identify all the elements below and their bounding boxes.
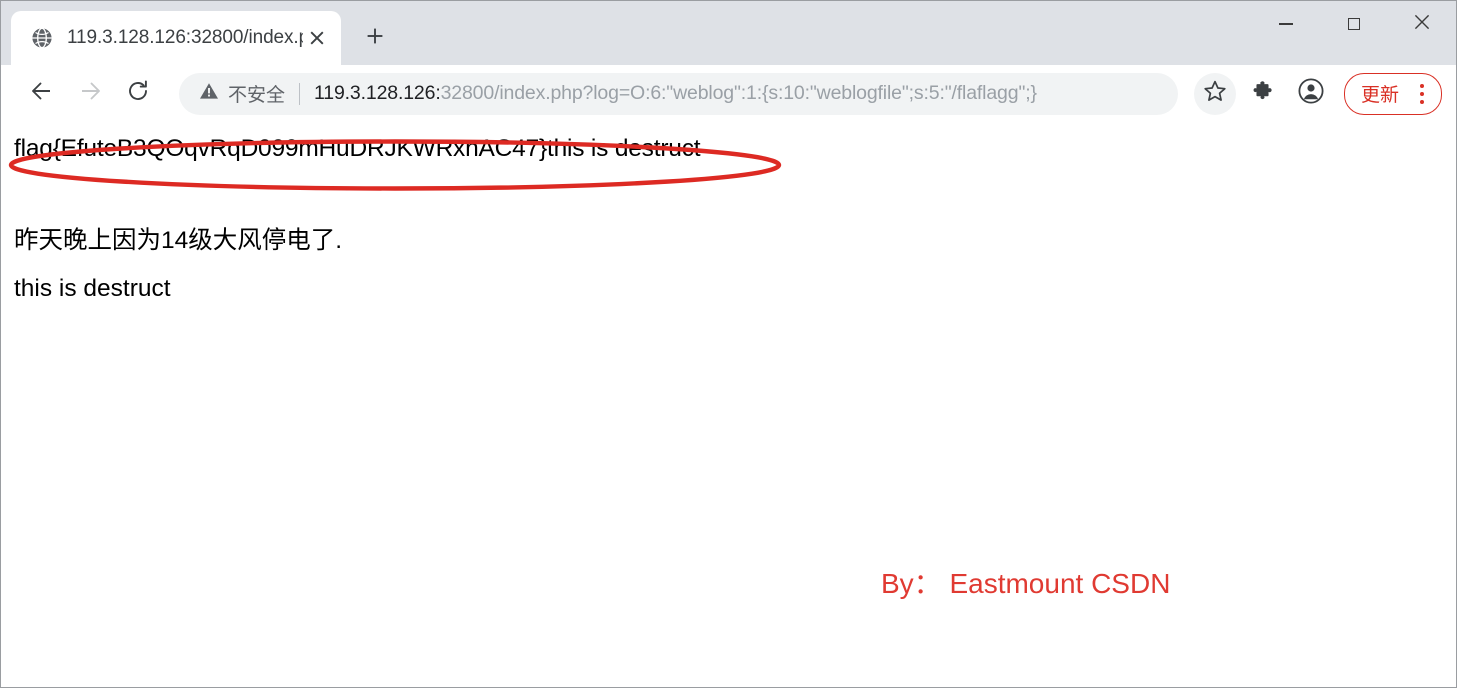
- window-maximize-button[interactable]: [1320, 1, 1388, 47]
- tab-title: 119.3.128.126:32800/index.php: [67, 27, 303, 48]
- bookmark-button[interactable]: [1193, 72, 1236, 115]
- account-avatar-icon: [1298, 78, 1324, 109]
- star-icon: [1203, 79, 1227, 108]
- flag-output-line: flag{EfuteB3QOqvRqD099mHuDRJKWRxnAC47}th…: [8, 135, 782, 191]
- browser-toolbar: 不安全 119.3.128.126:32800/index.php?log=O:…: [1, 65, 1456, 123]
- extensions-button[interactable]: [1242, 73, 1284, 115]
- url-text[interactable]: 119.3.128.126:32800/index.php?log=O:6:"w…: [314, 82, 1170, 105]
- arrow-left-icon: [30, 79, 54, 108]
- browser-tab[interactable]: 119.3.128.126:32800/index.php: [11, 11, 341, 65]
- notice-line: 昨天晚上因为14级大风停电了.: [14, 227, 343, 254]
- reload-icon: [126, 79, 150, 108]
- security-label: 不安全: [228, 85, 286, 106]
- warning-triangle-icon: [199, 81, 219, 106]
- profile-button[interactable]: [1290, 73, 1332, 115]
- site-security-chip[interactable]: 不安全: [199, 80, 285, 107]
- arrow-right-icon: [78, 79, 102, 108]
- window-minimize-button[interactable]: [1252, 1, 1320, 47]
- update-button[interactable]: 更新: [1343, 72, 1442, 115]
- menu-dot: [1420, 83, 1424, 88]
- plus-icon: [366, 27, 384, 50]
- browser-window: 119.3.128.126:32800/index.php: [0, 0, 1457, 688]
- omnibox-divider: [299, 82, 301, 105]
- window-controls: [1252, 1, 1456, 47]
- new-tab-button[interactable]: [355, 18, 395, 58]
- menu-dot: [1420, 99, 1424, 104]
- globe-icon: [31, 27, 53, 49]
- flag-text: flag{EfuteB3QOqvRqD099mHuDRJKWRxnAC47}th…: [14, 135, 701, 162]
- tab-strip: 119.3.128.126:32800/index.php: [1, 1, 1456, 65]
- destruct-line: this is destruct: [14, 275, 171, 302]
- close-icon: [1414, 14, 1430, 35]
- puzzle-piece-icon: [1251, 80, 1274, 108]
- forward-button[interactable]: [69, 73, 111, 115]
- maximize-icon: [1348, 18, 1360, 30]
- url-host: 119.3.128.126:: [314, 82, 441, 104]
- address-bar[interactable]: 不安全 119.3.128.126:32800/index.php?log=O:…: [179, 72, 1178, 115]
- page-content: flag{EfuteB3QOqvRqD099mHuDRJKWRxnAC47}th…: [1, 123, 1456, 687]
- three-dot-menu-icon[interactable]: [1409, 79, 1435, 109]
- menu-dot: [1420, 91, 1424, 96]
- signature-watermark: By： Eastmount CSDN: [881, 568, 1171, 599]
- back-button[interactable]: [21, 73, 63, 115]
- minimize-icon: [1279, 23, 1293, 25]
- tab-close-icon[interactable]: [303, 24, 331, 52]
- window-close-button[interactable]: [1388, 1, 1456, 47]
- reload-button[interactable]: [117, 73, 159, 115]
- url-path: 32800/index.php?log=O:6:"weblog":1:{s:10…: [440, 82, 1037, 104]
- update-label: 更新: [1360, 85, 1399, 106]
